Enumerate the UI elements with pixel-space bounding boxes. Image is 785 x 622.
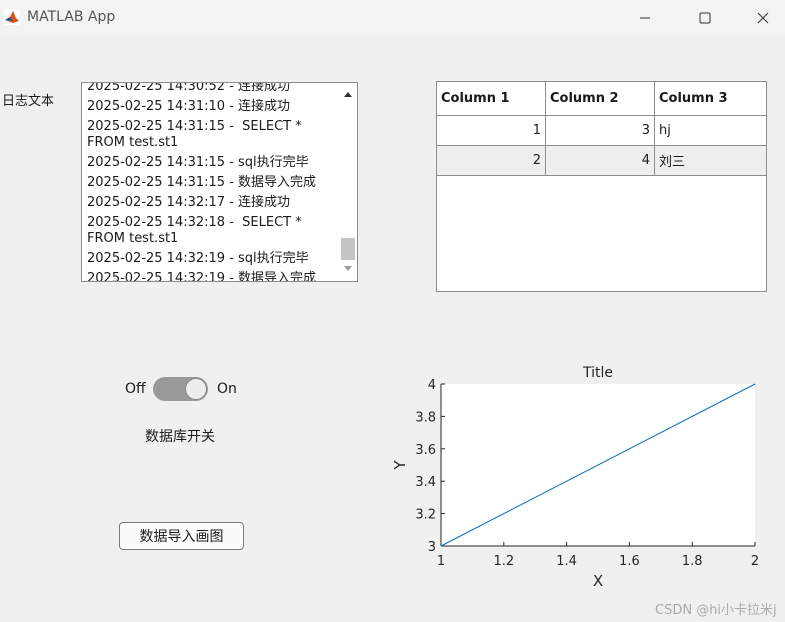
table-header-row: Column 1 Column 2 Column 3 (437, 82, 766, 116)
y-tick-label: 4 (428, 378, 436, 393)
table-cell[interactable]: 1 (437, 116, 546, 145)
scroll-down-button[interactable] (339, 261, 357, 277)
list-item[interactable]: 2025-02-25 14:31:15 - sql执行完毕 (87, 153, 335, 173)
triangle-up-icon (344, 92, 352, 97)
y-tick-label: 3.2 (415, 508, 436, 523)
scroll-up-button[interactable] (339, 86, 357, 102)
x-tick-label: 1.2 (493, 554, 514, 569)
y-tick-label: 3.6 (415, 443, 436, 458)
line-chart[interactable]: 1 1.2 1.4 1.6 1.8 2 3 3.2 3.4 3.6 3.8 4 Title X Y (385, 355, 775, 595)
table-row[interactable]: 2 4 刘三 (437, 146, 766, 176)
list-item[interactable]: 2025-02-25 14:32:17 - 连接成功 (87, 193, 335, 213)
x-axis-label: X (593, 572, 603, 590)
log-list: 2025-02-25 14:30:52 - 连接成功 2025-02-25 14:… (87, 83, 335, 281)
table-cell[interactable]: 4 (546, 146, 655, 175)
log-label: 日志文本 (2, 94, 55, 109)
table-cell[interactable]: 刘三 (655, 146, 764, 175)
y-axis-label: Y (391, 460, 409, 471)
y-tick-label: 3 (428, 540, 436, 555)
x-tick-label: 1.6 (619, 554, 640, 569)
list-item[interactable]: 2025-02-25 14:31:10 - 连接成功 (87, 97, 335, 117)
column-header[interactable]: Column 1 (437, 82, 546, 115)
triangle-down-icon (344, 266, 352, 271)
maximize-icon (699, 12, 711, 24)
switch-off-label: Off (125, 381, 146, 397)
maximize-button[interactable] (680, 0, 730, 36)
list-item[interactable]: 2025-02-25 14:31:15 - 数据导入完成 (87, 173, 335, 193)
matlab-logo-icon (4, 9, 20, 25)
x-tick-label: 1.4 (556, 554, 577, 569)
list-item[interactable]: 2025-02-25 14:32:19 - 数据导入完成 (87, 269, 335, 281)
table-row[interactable]: 1 3 hj (437, 116, 766, 146)
chart-title: Title (582, 365, 613, 381)
list-item[interactable]: 2025-02-25 14:32:18 - SELECT * FROM test… (87, 213, 335, 249)
list-item[interactable]: 2025-02-25 14:30:52 - 连接成功 (87, 83, 335, 97)
import-plot-button[interactable]: 数据导入画图 (119, 522, 244, 550)
window-titlebar: MATLAB App (0, 0, 785, 36)
database-toggle-switch[interactable] (153, 377, 208, 401)
close-icon (757, 12, 769, 24)
x-tick-label: 1 (437, 554, 445, 569)
window-title: MATLAB App (27, 9, 116, 25)
scroll-thumb[interactable] (341, 238, 355, 260)
table-cell[interactable]: 3 (546, 116, 655, 145)
x-tick-label: 1.8 (682, 554, 703, 569)
log-listbox[interactable]: 2025-02-25 14:30:52 - 连接成功 2025-02-25 14:… (81, 82, 358, 282)
column-header[interactable]: Column 2 (546, 82, 655, 115)
switch-knob[interactable] (185, 378, 207, 400)
log-scrollbar[interactable] (339, 83, 357, 281)
switch-on-label: On (217, 381, 237, 397)
switch-caption: 数据库开关 (145, 429, 215, 445)
list-item[interactable]: 2025-02-25 14:31:15 - SELECT * FROM test… (87, 117, 335, 153)
x-tick-label: 2 (751, 554, 759, 569)
close-button[interactable] (738, 0, 785, 36)
watermark: CSDN @hi小卡拉米j (655, 603, 777, 618)
minimize-button[interactable] (620, 0, 670, 36)
table-cell[interactable]: 2 (437, 146, 546, 175)
list-item[interactable]: 2025-02-25 14:32:19 - sql执行完毕 (87, 249, 335, 269)
minimize-icon (640, 17, 650, 19)
data-table[interactable]: Column 1 Column 2 Column 3 1 3 hj 2 4 刘三 (436, 81, 767, 292)
column-header[interactable]: Column 3 (655, 82, 764, 115)
table-cell[interactable]: hj (655, 116, 764, 145)
y-tick-label: 3.4 (415, 475, 436, 490)
y-tick-label: 3.8 (415, 410, 436, 425)
